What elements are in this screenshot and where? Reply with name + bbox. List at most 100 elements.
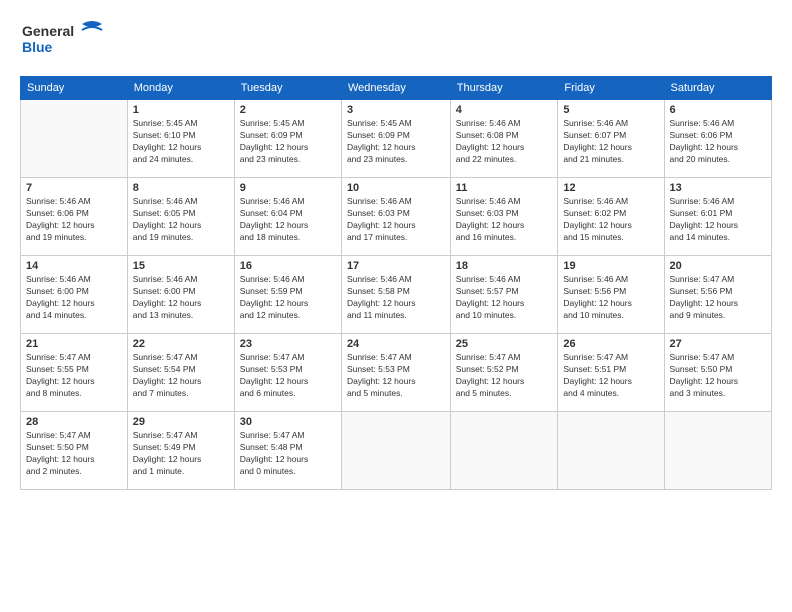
- day-number: 9: [240, 182, 336, 194]
- calendar-cell: 27 Sunrise: 5:47 AM Sunset: 5:50 PM Dayli…: [664, 334, 771, 412]
- day-info: Sunrise: 5:46 AM Sunset: 6:06 PM Dayligh…: [26, 196, 122, 244]
- day-info: Sunrise: 5:46 AM Sunset: 6:00 PM Dayligh…: [133, 274, 229, 322]
- day-number: 24: [347, 338, 445, 350]
- calendar-cell: 7 Sunrise: 5:46 AM Sunset: 6:06 PM Daylig…: [21, 178, 128, 256]
- svg-text:General: General: [22, 23, 74, 39]
- calendar-cell: 29Sunrise: 5:47 AM Sunset: 5:49 PM Dayli…: [127, 412, 234, 490]
- day-number: 10: [347, 182, 445, 194]
- calendar-cell: 24 Sunrise: 5:47 AM Sunset: 5:53 PM Dayli…: [341, 334, 450, 412]
- day-number: 6: [670, 104, 766, 116]
- day-number: 20: [670, 260, 766, 272]
- day-info: Sunrise: 5:46 AM Sunset: 6:06 PM Dayligh…: [670, 118, 766, 166]
- day-number: 2: [240, 104, 336, 116]
- header-wednesday: Wednesday: [341, 77, 450, 100]
- calendar-table: Sunday Monday Tuesday Wednesday Thursday…: [20, 76, 772, 490]
- calendar-cell: 3 Sunrise: 5:45 AM Sunset: 6:09 PM Daylig…: [341, 100, 450, 178]
- day-info: Sunrise: 5:47 AM Sunset: 5:49 PM Dayligh…: [133, 430, 229, 478]
- day-number: 27: [670, 338, 766, 350]
- day-number: 28: [26, 416, 122, 428]
- calendar-week-1: 7 Sunrise: 5:46 AM Sunset: 6:06 PM Daylig…: [21, 178, 772, 256]
- day-info: Sunrise: 5:47 AM Sunset: 5:54 PM Dayligh…: [133, 352, 229, 400]
- day-info: Sunrise: 5:46 AM Sunset: 6:04 PM Dayligh…: [240, 196, 336, 244]
- day-number: 23: [240, 338, 336, 350]
- header-monday: Monday: [127, 77, 234, 100]
- calendar-cell: 4 Sunrise: 5:46 AM Sunset: 6:08 PM Daylig…: [450, 100, 558, 178]
- day-info: Sunrise: 5:46 AM Sunset: 5:56 PM Dayligh…: [563, 274, 658, 322]
- day-number: 8: [133, 182, 229, 194]
- day-info: Sunrise: 5:47 AM Sunset: 5:52 PM Dayligh…: [456, 352, 553, 400]
- calendar-cell: 6 Sunrise: 5:46 AM Sunset: 6:06 PM Daylig…: [664, 100, 771, 178]
- calendar-cell: [450, 412, 558, 490]
- day-number: 4: [456, 104, 553, 116]
- header-tuesday: Tuesday: [234, 77, 341, 100]
- day-info: Sunrise: 5:47 AM Sunset: 5:48 PM Dayligh…: [240, 430, 336, 478]
- calendar-cell: 12 Sunrise: 5:46 AM Sunset: 6:02 PM Dayli…: [558, 178, 664, 256]
- header-friday: Friday: [558, 77, 664, 100]
- day-info: Sunrise: 5:45 AM Sunset: 6:10 PM Dayligh…: [133, 118, 229, 166]
- day-info: Sunrise: 5:46 AM Sunset: 6:00 PM Dayligh…: [26, 274, 122, 322]
- calendar-cell: 22 Sunrise: 5:47 AM Sunset: 5:54 PM Dayli…: [127, 334, 234, 412]
- day-info: Sunrise: 5:47 AM Sunset: 5:55 PM Dayligh…: [26, 352, 122, 400]
- calendar-cell: 21 Sunrise: 5:47 AM Sunset: 5:55 PM Dayli…: [21, 334, 128, 412]
- header-sunday: Sunday: [21, 77, 128, 100]
- day-number: 19: [563, 260, 658, 272]
- calendar-cell: 28 Sunrise: 5:47 AM Sunset: 5:50 PM Dayli…: [21, 412, 128, 490]
- day-info: Sunrise: 5:46 AM Sunset: 6:08 PM Dayligh…: [456, 118, 553, 166]
- day-number: 13: [670, 182, 766, 194]
- calendar-cell: 18 Sunrise: 5:46 AM Sunset: 5:57 PM Dayli…: [450, 256, 558, 334]
- header: General Blue: [20, 16, 772, 66]
- calendar-cell: 20Sunrise: 5:47 AM Sunset: 5:56 PM Dayli…: [664, 256, 771, 334]
- day-info: Sunrise: 5:46 AM Sunset: 5:57 PM Dayligh…: [456, 274, 553, 322]
- day-info: Sunrise: 5:46 AM Sunset: 6:03 PM Dayligh…: [456, 196, 553, 244]
- day-number: 12: [563, 182, 658, 194]
- header-thursday: Thursday: [450, 77, 558, 100]
- logo-container: General Blue: [20, 16, 110, 66]
- day-info: Sunrise: 5:46 AM Sunset: 6:01 PM Dayligh…: [670, 196, 766, 244]
- day-info: Sunrise: 5:46 AM Sunset: 5:59 PM Dayligh…: [240, 274, 336, 322]
- svg-text:Blue: Blue: [22, 39, 53, 55]
- day-info: Sunrise: 5:47 AM Sunset: 5:53 PM Dayligh…: [347, 352, 445, 400]
- day-info: Sunrise: 5:46 AM Sunset: 6:05 PM Dayligh…: [133, 196, 229, 244]
- logo: General Blue: [20, 16, 110, 66]
- calendar-cell: 17 Sunrise: 5:46 AM Sunset: 5:58 PM Dayli…: [341, 256, 450, 334]
- calendar-cell: 2Sunrise: 5:45 AM Sunset: 6:09 PM Daylig…: [234, 100, 341, 178]
- day-number: 17: [347, 260, 445, 272]
- calendar-cell: 5 Sunrise: 5:46 AM Sunset: 6:07 PM Daylig…: [558, 100, 664, 178]
- day-number: 26: [563, 338, 658, 350]
- day-info: Sunrise: 5:46 AM Sunset: 5:58 PM Dayligh…: [347, 274, 445, 322]
- calendar-week-3: 21 Sunrise: 5:47 AM Sunset: 5:55 PM Dayli…: [21, 334, 772, 412]
- calendar-cell: [558, 412, 664, 490]
- day-info: Sunrise: 5:47 AM Sunset: 5:53 PM Dayligh…: [240, 352, 336, 400]
- day-info: Sunrise: 5:46 AM Sunset: 6:03 PM Dayligh…: [347, 196, 445, 244]
- calendar-cell: 23 Sunrise: 5:47 AM Sunset: 5:53 PM Dayli…: [234, 334, 341, 412]
- day-number: 18: [456, 260, 553, 272]
- day-number: 25: [456, 338, 553, 350]
- calendar-week-0: 1Sunrise: 5:45 AM Sunset: 6:10 PM Daylig…: [21, 100, 772, 178]
- page: General Blue Sunday Monday Tuesday Wedne…: [0, 0, 792, 612]
- day-info: Sunrise: 5:45 AM Sunset: 6:09 PM Dayligh…: [347, 118, 445, 166]
- calendar-header-row: Sunday Monday Tuesday Wednesday Thursday…: [21, 77, 772, 100]
- calendar-cell: 9 Sunrise: 5:46 AM Sunset: 6:04 PM Daylig…: [234, 178, 341, 256]
- day-number: 16: [240, 260, 336, 272]
- day-number: 11: [456, 182, 553, 194]
- day-info: Sunrise: 5:46 AM Sunset: 6:07 PM Dayligh…: [563, 118, 658, 166]
- day-info: Sunrise: 5:46 AM Sunset: 6:02 PM Dayligh…: [563, 196, 658, 244]
- calendar-cell: 25 Sunrise: 5:47 AM Sunset: 5:52 PM Dayli…: [450, 334, 558, 412]
- day-number: 22: [133, 338, 229, 350]
- calendar-cell: 10 Sunrise: 5:46 AM Sunset: 6:03 PM Dayli…: [341, 178, 450, 256]
- day-number: 21: [26, 338, 122, 350]
- day-number: 5: [563, 104, 658, 116]
- calendar-cell: [21, 100, 128, 178]
- day-number: 7: [26, 182, 122, 194]
- day-info: Sunrise: 5:47 AM Sunset: 5:50 PM Dayligh…: [670, 352, 766, 400]
- day-number: 3: [347, 104, 445, 116]
- calendar-cell: 16 Sunrise: 5:46 AM Sunset: 5:59 PM Dayli…: [234, 256, 341, 334]
- calendar-cell: 19 Sunrise: 5:46 AM Sunset: 5:56 PM Dayli…: [558, 256, 664, 334]
- calendar-cell: 11 Sunrise: 5:46 AM Sunset: 6:03 PM Dayli…: [450, 178, 558, 256]
- calendar-cell: 15Sunrise: 5:46 AM Sunset: 6:00 PM Dayli…: [127, 256, 234, 334]
- day-info: Sunrise: 5:47 AM Sunset: 5:51 PM Dayligh…: [563, 352, 658, 400]
- calendar-cell: [664, 412, 771, 490]
- day-info: Sunrise: 5:47 AM Sunset: 5:50 PM Dayligh…: [26, 430, 122, 478]
- day-number: 30: [240, 416, 336, 428]
- calendar-cell: 30 Sunrise: 5:47 AM Sunset: 5:48 PM Dayli…: [234, 412, 341, 490]
